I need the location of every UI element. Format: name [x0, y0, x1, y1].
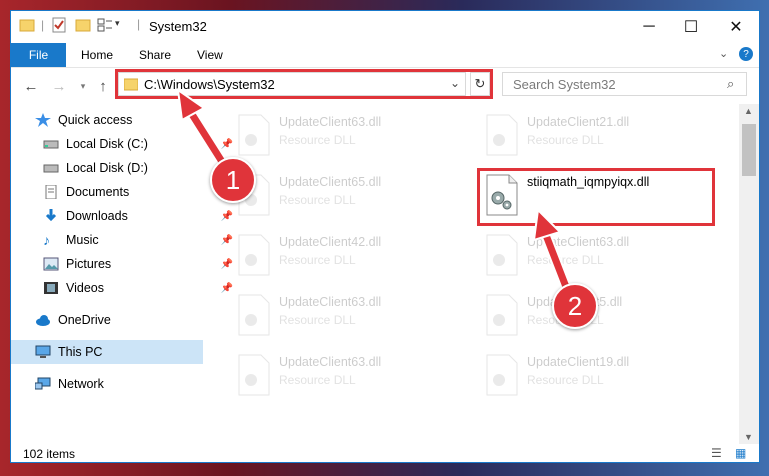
arrow-2 — [532, 207, 574, 298]
callout-step-1: 1 — [210, 157, 256, 203]
arrow-1 — [176, 87, 232, 174]
callout-step-2: 2 — [552, 283, 598, 329]
annotation-overlay — [176, 87, 574, 298]
